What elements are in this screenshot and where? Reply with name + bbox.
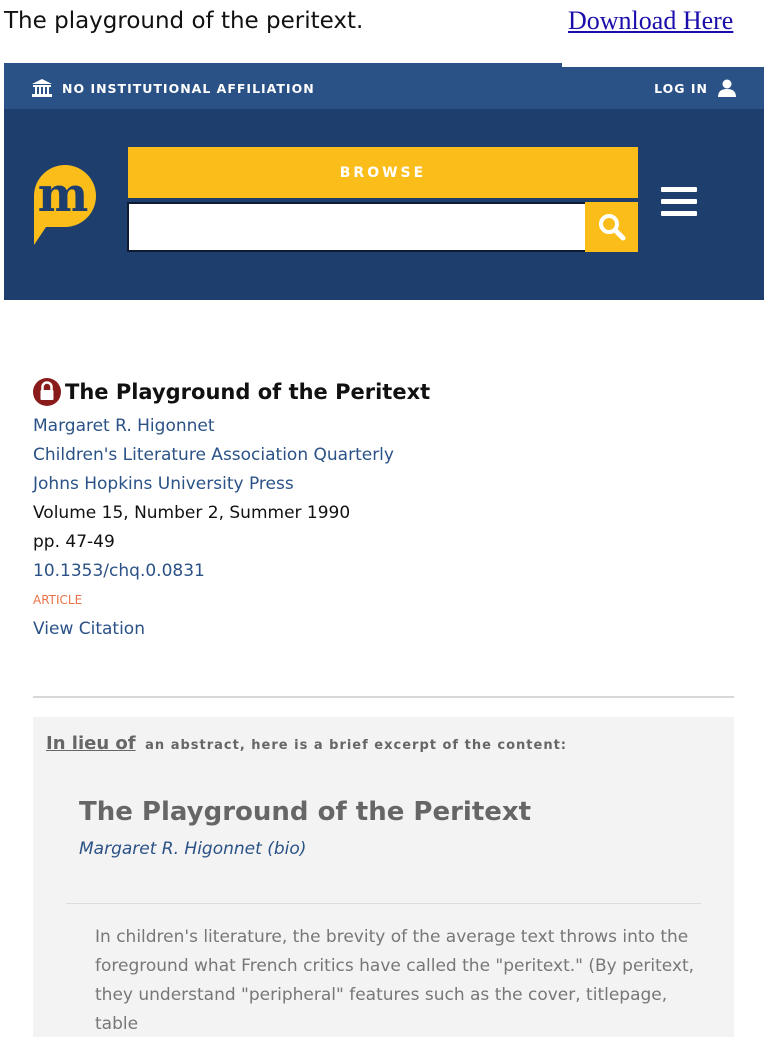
browse-button[interactable]: BROWSE	[128, 147, 638, 198]
article-details: The Playground of the Peritext Margaret …	[33, 378, 733, 644]
journal-link[interactable]: Children's Literature Association Quarte…	[33, 441, 733, 470]
download-link[interactable]: Download Here	[568, 6, 733, 36]
menu-hamburger-icon[interactable]	[661, 187, 697, 223]
search-input[interactable]	[127, 202, 635, 252]
doi-link[interactable]: 10.1353/chq.0.0831	[33, 557, 733, 586]
menu-line	[661, 187, 697, 192]
article-title-row: The Playground of the Peritext	[33, 378, 733, 406]
lock-icon	[33, 378, 61, 406]
excerpt-intro: In lieu of an abstract, here is a brief …	[46, 733, 567, 754]
in-lieu-of-link[interactable]: In lieu of	[46, 733, 136, 754]
header-top-bar: NO INSTITUTIONAL AFFILIATION LOG IN	[4, 63, 764, 109]
author-link[interactable]: Margaret R. Higonnet	[33, 412, 733, 441]
excerpt-divider	[66, 903, 701, 904]
view-citation-link[interactable]: View Citation	[33, 615, 733, 644]
site-header: NO INSTITUTIONAL AFFILIATION LOG IN m BR…	[4, 61, 764, 300]
excerpt-author-link[interactable]: Margaret R. Higonnet (bio)	[79, 839, 306, 859]
menu-line	[661, 199, 697, 204]
institution-affiliation[interactable]: NO INSTITUTIONAL AFFILIATION	[32, 79, 315, 97]
search-button[interactable]	[585, 202, 638, 252]
login-button[interactable]: LOG IN	[654, 79, 736, 97]
excerpt-panel: In lieu of an abstract, here is a brief …	[33, 717, 734, 1037]
article-type-badge: ARTICLE	[33, 593, 83, 607]
section-divider	[33, 696, 734, 698]
article-title: The Playground of the Peritext	[65, 380, 431, 404]
user-icon	[718, 79, 736, 97]
logo-letter: m	[38, 167, 89, 223]
header-notch	[562, 61, 764, 67]
affiliation-label: NO INSTITUTIONAL AFFILIATION	[62, 80, 315, 96]
muse-logo[interactable]: m	[32, 163, 98, 247]
excerpt-body: In children's literature, the brevity of…	[95, 927, 695, 1034]
excerpt-intro-text: an abstract, here is a brief excerpt of …	[145, 738, 568, 753]
login-label: LOG IN	[654, 80, 708, 96]
menu-line	[661, 211, 697, 216]
excerpt-title: The Playground of the Peritext	[79, 797, 532, 827]
publisher-link[interactable]: Johns Hopkins University Press	[33, 470, 733, 499]
page-heading: The playground of the peritext.	[4, 8, 364, 34]
institution-icon	[32, 79, 52, 97]
page-range: pp. 47-49	[33, 532, 115, 552]
search-icon	[598, 214, 625, 241]
volume-info: Volume 15, Number 2, Summer 1990	[33, 503, 351, 523]
